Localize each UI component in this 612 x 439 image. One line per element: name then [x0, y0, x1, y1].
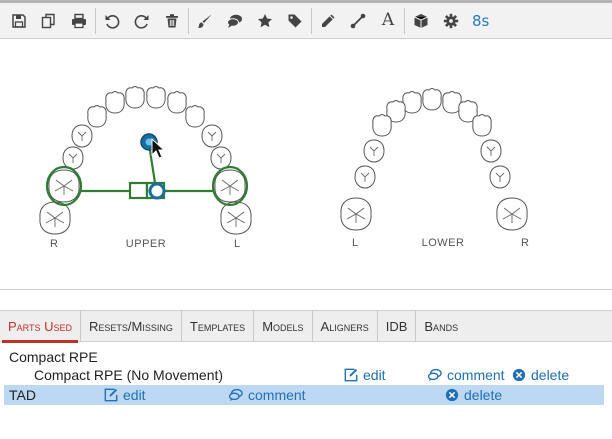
- save-button[interactable]: [4, 6, 34, 36]
- lower-arch-label-left: L: [352, 237, 358, 249]
- edit-icon: [104, 388, 118, 402]
- save-icon: [12, 13, 26, 28]
- text-icon: A: [381, 10, 395, 30]
- tab-bands[interactable]: Bands: [416, 310, 466, 342]
- upper-arch-label-right: L: [234, 238, 240, 250]
- tab-resets-missing[interactable]: Resets/Missing: [81, 310, 182, 342]
- upper-tooth[interactable]: [185, 105, 205, 128]
- upper-molar[interactable]: [220, 201, 252, 235]
- lower-arch-label-right: R: [521, 237, 529, 249]
- pencil-icon: [322, 14, 335, 27]
- tab-aligners[interactable]: Aligners: [313, 310, 378, 342]
- lower-tooth[interactable]: [354, 165, 376, 189]
- remove-circle-icon: [445, 388, 459, 402]
- edit-link[interactable]: edit: [104, 387, 146, 403]
- upper-tooth[interactable]: [105, 91, 125, 114]
- edit-icon: [344, 368, 358, 382]
- upper-molar[interactable]: [39, 201, 71, 235]
- undo-icon: [105, 14, 120, 29]
- parts-tab-bar: Parts Used Resets/Missing Templates Mode…: [0, 310, 612, 343]
- delete-link[interactable]: delete: [445, 387, 502, 403]
- lower-arch: [340, 88, 528, 231]
- copy-icon: [41, 13, 55, 28]
- toolbar-separator: [188, 7, 189, 34]
- part-row-selected[interactable]: TAD edit comment delete: [4, 385, 604, 405]
- brush-button[interactable]: [190, 6, 220, 36]
- tag-icon: [288, 14, 302, 27]
- tag-button[interactable]: [280, 6, 310, 36]
- tab-models[interactable]: Models: [254, 310, 313, 342]
- part-group-title: Compact RPE: [9, 349, 98, 365]
- print-button[interactable]: [64, 6, 94, 36]
- upper-tooth[interactable]: [62, 146, 84, 170]
- toolbar-separator: [311, 7, 312, 34]
- part-name: Compact RPE (No Movement): [34, 367, 224, 383]
- redo-button[interactable]: [127, 6, 157, 36]
- remove-circle-icon: [512, 368, 526, 382]
- upper-molar[interactable]: [214, 169, 246, 203]
- mouse-cursor: [151, 137, 166, 159]
- connector-button[interactable]: [343, 6, 373, 36]
- undo-button[interactable]: [97, 6, 127, 36]
- part-group-row: Compact RPE: [4, 347, 604, 367]
- elapsed-timer: 8s: [472, 11, 490, 30]
- upper-tooth[interactable]: [201, 124, 223, 148]
- parts-used-list: Compact RPE Compact RPE (No Movement) ed…: [0, 342, 612, 439]
- upper-tooth[interactable]: [210, 146, 232, 170]
- text-tool-button[interactable]: A: [373, 6, 403, 36]
- connector-icon: [350, 13, 366, 28]
- pencil-button[interactable]: [313, 6, 343, 36]
- delete-link[interactable]: delete: [512, 367, 569, 383]
- lower-tooth[interactable]: [480, 139, 502, 163]
- upper-tooth[interactable]: [167, 91, 187, 114]
- trash-icon: [166, 13, 178, 27]
- print-icon: [72, 13, 86, 28]
- part-row[interactable]: Compact RPE (No Movement) edit comment d…: [4, 365, 604, 385]
- lower-tooth[interactable]: [402, 91, 422, 114]
- comment-icon: [427, 368, 442, 382]
- upper-tooth[interactable]: [146, 86, 166, 109]
- delete-button[interactable]: [157, 6, 187, 36]
- toolbar: A 8s: [0, 3, 612, 39]
- lower-tooth[interactable]: [489, 165, 511, 189]
- lower-molar[interactable]: [340, 197, 372, 231]
- lower-tooth[interactable]: [363, 139, 385, 163]
- box-icon: [414, 13, 428, 28]
- gear-icon: [443, 13, 459, 28]
- comment-link[interactable]: comment: [427, 367, 505, 383]
- star-icon: [258, 13, 272, 27]
- toolbar-separator: [404, 7, 405, 34]
- comment-icon: [227, 14, 242, 28]
- upper-molar[interactable]: [48, 169, 80, 203]
- settings-button[interactable]: [436, 6, 466, 36]
- redo-icon: [134, 14, 149, 29]
- tab-templates[interactable]: Templates: [182, 310, 255, 342]
- upper-tooth[interactable]: [87, 105, 107, 128]
- comment-link[interactable]: comment: [228, 387, 306, 403]
- lower-molar[interactable]: [496, 197, 528, 231]
- dental-chart-canvas[interactable]: R UPPER L L LOWER R: [0, 40, 612, 290]
- lower-arch-label: LOWER: [422, 237, 465, 249]
- upper-arch-label: UPPER: [126, 238, 166, 250]
- edit-link[interactable]: edit: [344, 367, 386, 383]
- brush-icon: [197, 14, 212, 28]
- comment-icon: [228, 388, 243, 402]
- upper-arch: [39, 86, 252, 235]
- upper-tooth[interactable]: [125, 86, 145, 109]
- tab-parts-used[interactable]: Parts Used: [0, 310, 82, 343]
- comment-tool-button[interactable]: [220, 6, 250, 36]
- upper-tooth[interactable]: [71, 124, 93, 148]
- upper-arch-label-left: R: [50, 238, 58, 250]
- lower-tooth[interactable]: [442, 91, 462, 114]
- tab-idb[interactable]: IDB: [378, 310, 417, 342]
- copy-button[interactable]: [34, 6, 64, 36]
- model-button[interactable]: [406, 6, 436, 36]
- part-name: TAD: [9, 387, 36, 403]
- lower-tooth[interactable]: [472, 114, 492, 137]
- star-button[interactable]: [250, 6, 280, 36]
- lower-tooth[interactable]: [422, 88, 442, 111]
- toolbar-separator: [95, 7, 96, 34]
- lower-tooth[interactable]: [372, 114, 392, 137]
